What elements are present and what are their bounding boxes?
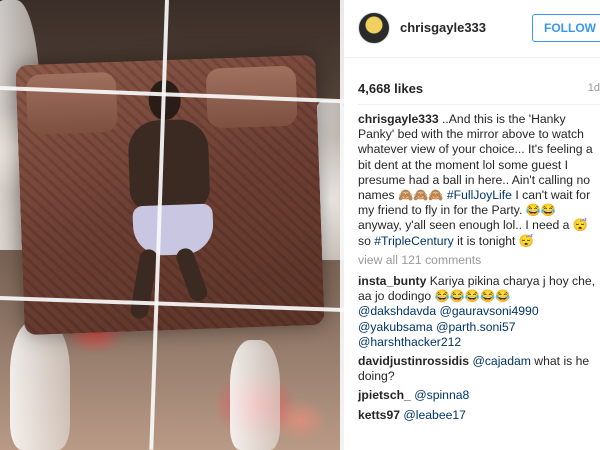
comment-username[interactable]: davidjustinrossidis	[358, 354, 469, 368]
profile-avatar[interactable]	[358, 12, 390, 44]
person-shorts	[132, 203, 215, 257]
person-body	[127, 118, 211, 212]
caption-username[interactable]: chrisgayle333	[358, 112, 439, 126]
mention-link[interactable]: @harshthacker212	[358, 335, 461, 349]
caption-emoji-4: 😴	[518, 233, 534, 248]
follow-button[interactable]: FOLLOW	[532, 14, 600, 42]
comments-list: chrisgayle333 ..And this is the 'Hanky P…	[358, 112, 598, 427]
mention-link[interactable]: @yakubsama	[358, 320, 433, 334]
curtain-bottom-left	[10, 320, 70, 450]
time-ago[interactable]: 1d	[588, 82, 600, 94]
mention-link[interactable]: @cajadam	[472, 354, 530, 368]
caption-emoji-2: 😂😂	[525, 203, 557, 218]
mention-link[interactable]: @spinna8	[414, 388, 469, 402]
comment-item: davidjustinrossidis @cajadam what is he …	[358, 354, 598, 384]
likes-divider	[358, 104, 600, 105]
post-photo[interactable]	[0, 0, 344, 450]
view-all-comments-link[interactable]: view all 121 comments	[358, 253, 598, 268]
mention-link[interactable]: @gauravsoni4990	[440, 304, 539, 318]
caption-emoji-3: 😴	[572, 218, 589, 233]
post-username[interactable]: chrisgayle333	[400, 20, 486, 35]
likes-row: 4,668 likes 1d	[358, 80, 600, 96]
hashtag-fulljoylife[interactable]: #FullJoyLife	[447, 188, 512, 202]
likes-count[interactable]: 4,668 likes	[358, 81, 423, 96]
comment-item: jpietsch_ @spinna8	[358, 388, 598, 403]
mention-link[interactable]: @leabee17	[403, 408, 466, 422]
post-header: chrisgayle333 FOLLOW	[344, 0, 600, 58]
comment-item: ketts97 @leabee17	[358, 408, 598, 423]
caption: chrisgayle333 ..And this is the 'Hanky P…	[358, 112, 598, 249]
pillow-left	[25, 71, 118, 135]
person-leg-right	[173, 245, 210, 304]
caption-text-4: so	[358, 233, 375, 248]
comment-emoji: 😂😂😂😂😂	[434, 289, 511, 304]
caption-emoji-1: 🙈🙈🙈	[397, 188, 444, 203]
comment-username[interactable]: ketts97	[358, 408, 400, 422]
mention-link[interactable]: @dakshdavda	[358, 304, 436, 318]
curtain-bottom-right	[230, 340, 280, 450]
caption-text-5: it is tonight	[453, 233, 519, 248]
comment-username[interactable]: jpietsch_	[358, 388, 411, 402]
comment-username[interactable]: insta_bunty	[358, 274, 426, 288]
mention-link[interactable]: @parth.soni57	[436, 320, 515, 334]
hashtag-triplecentury[interactable]: #TripleCentury	[374, 234, 453, 248]
caption-text-3: anyway, y'all seen enough lol.. I need a	[358, 218, 573, 233]
post-sidebar: chrisgayle333 FOLLOW 4,668 likes 1d chri…	[344, 0, 600, 450]
comment-item: insta_bunty Kariya pikina charya j hoy c…	[358, 274, 598, 350]
